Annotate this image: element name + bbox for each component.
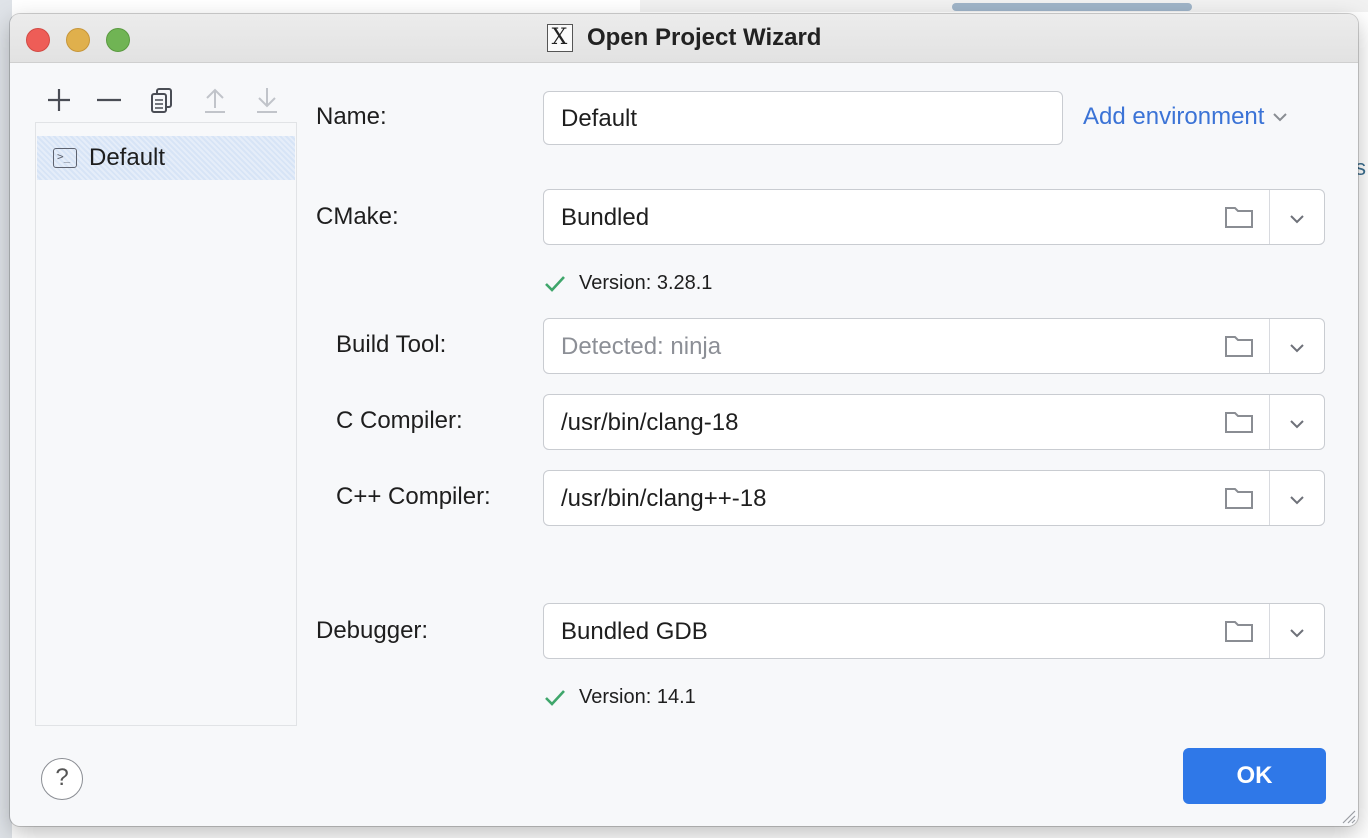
copy-icon[interactable] <box>147 84 177 116</box>
add-icon[interactable] <box>44 84 74 116</box>
build-tool-field[interactable]: Detected: ninja <box>543 318 1325 374</box>
c-compiler-field[interactable]: /usr/bin/clang-18 <box>543 394 1325 450</box>
window-title: Open Project Wizard <box>586 24 822 51</box>
debugger-field[interactable]: Bundled GDB <box>543 603 1325 659</box>
c-compiler-label: C Compiler: <box>336 407 463 434</box>
move-down-icon[interactable] <box>252 84 282 116</box>
x11-app-icon: X <box>546 24 573 52</box>
field-divider <box>1269 604 1270 658</box>
field-divider <box>1269 319 1270 373</box>
chevron-down-icon[interactable] <box>1286 208 1308 230</box>
folder-icon[interactable] <box>1224 333 1254 359</box>
chevron-down-icon[interactable] <box>1286 489 1308 511</box>
field-divider <box>1269 190 1270 244</box>
folder-icon[interactable] <box>1224 204 1254 230</box>
cpp-compiler-field[interactable]: /usr/bin/clang++-18 <box>543 470 1325 526</box>
add-environment-label: Add environment <box>1083 103 1265 130</box>
profiles-list: >_ Default <box>35 122 297 726</box>
cmake-version-text: Version: 3.28.1 <box>579 272 713 294</box>
add-environment-link[interactable]: Add environment <box>1083 103 1288 131</box>
debugger-version-text: Version: 14.1 <box>579 686 696 708</box>
folder-icon[interactable] <box>1224 618 1254 644</box>
background-scrollbar <box>952 3 1192 11</box>
ok-button[interactable]: OK <box>1183 748 1326 804</box>
resize-grip-icon[interactable] <box>1338 806 1356 824</box>
debugger-version-status: Version: 14.1 <box>543 686 696 709</box>
name-value: Default <box>561 105 638 132</box>
checkmark-icon <box>545 275 565 292</box>
remove-icon[interactable] <box>94 84 124 116</box>
chevron-down-icon <box>1273 113 1288 122</box>
chevron-down-icon[interactable] <box>1286 337 1308 359</box>
cpp-compiler-label: C++ Compiler: <box>336 483 491 510</box>
build-tool-label: Build Tool: <box>336 331 447 358</box>
title-bar: X Open Project Wizard <box>10 14 1358 63</box>
checkmark-icon <box>545 689 565 706</box>
title-wrap: X Open Project Wizard <box>10 24 1358 52</box>
cpp-compiler-value: /usr/bin/clang++-18 <box>561 485 767 512</box>
list-item[interactable]: >_ Default <box>37 136 295 180</box>
build-tool-placeholder: Detected: ninja <box>561 333 722 360</box>
list-item-label: Default <box>89 144 166 171</box>
cmake-value: Bundled <box>561 204 650 231</box>
cmake-label: CMake: <box>316 203 399 230</box>
cmake-version-status: Version: 3.28.1 <box>543 272 712 295</box>
name-input[interactable]: Default <box>543 91 1063 145</box>
chevron-down-icon[interactable] <box>1286 413 1308 435</box>
terminal-icon: >_ <box>53 148 77 168</box>
field-divider <box>1269 471 1270 525</box>
cmake-field[interactable]: Bundled <box>543 189 1325 245</box>
folder-icon[interactable] <box>1224 485 1254 511</box>
help-button[interactable]: ? <box>41 758 83 800</box>
debugger-value: Bundled GDB <box>561 618 708 645</box>
name-label: Name: <box>316 103 387 130</box>
c-compiler-value: /usr/bin/clang-18 <box>561 409 739 436</box>
field-divider <box>1269 395 1270 449</box>
chevron-down-icon[interactable] <box>1286 622 1308 644</box>
dialog-window: X Open Project Wizard >_ Default Name: D… <box>10 14 1358 826</box>
folder-icon[interactable] <box>1224 409 1254 435</box>
move-up-icon[interactable] <box>200 84 230 116</box>
debugger-label: Debugger: <box>316 617 429 644</box>
